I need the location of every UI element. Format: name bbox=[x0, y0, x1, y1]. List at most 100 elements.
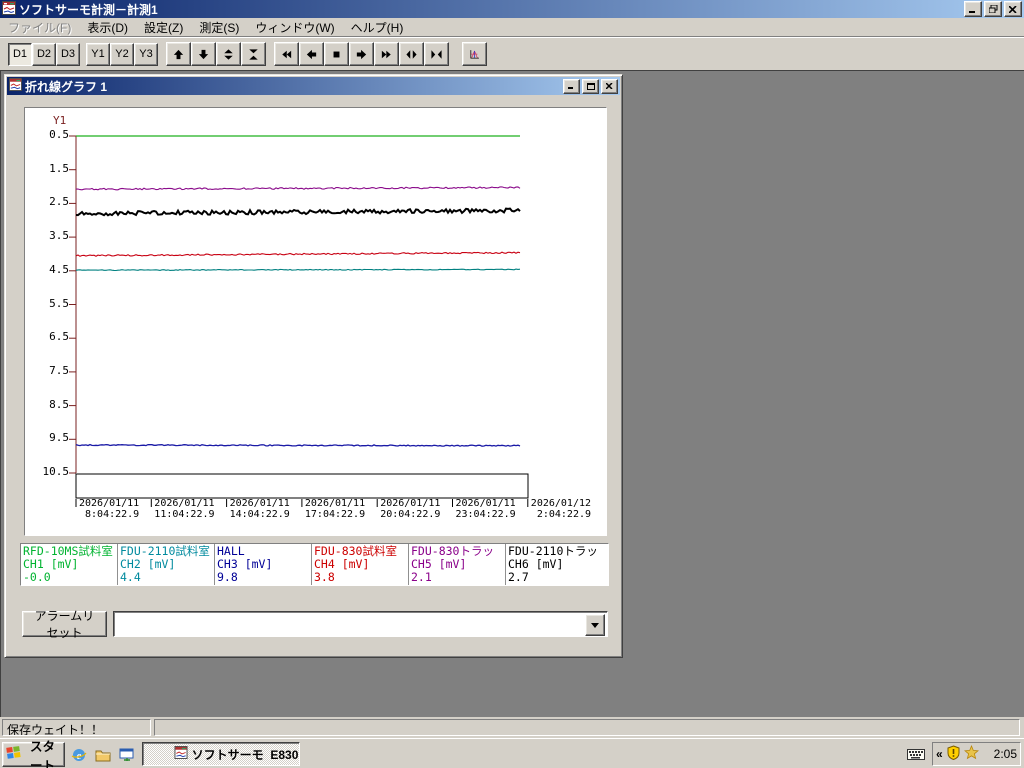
graph-window-icon bbox=[9, 78, 22, 94]
menu-item-2[interactable]: 表示(D) bbox=[79, 17, 136, 38]
close-button[interactable] bbox=[1004, 1, 1022, 17]
windows-logo-icon bbox=[6, 746, 21, 763]
taskbar-clock[interactable]: 2:05 bbox=[994, 747, 1017, 761]
x-axis-tick-label: 2026/01/11 23:04:22.9 bbox=[455, 498, 516, 520]
series-ch6-line bbox=[75, 207, 521, 217]
toolbar-button-y1[interactable]: Y1 bbox=[86, 42, 110, 66]
menu-item-4[interactable]: 測定(S) bbox=[191, 17, 247, 38]
toolbar-button-y2[interactable]: Y2 bbox=[110, 42, 134, 66]
x-axis-tick-label: 2026/01/11 11:04:22.9 bbox=[154, 498, 215, 520]
toolbar-button-graph-settings[interactable] bbox=[462, 42, 487, 66]
graph-maximize-button[interactable] bbox=[582, 78, 599, 94]
taskbar-task-button[interactable]: ソフトサーモ E830 bbox=[142, 742, 300, 766]
toolbar: D1 D2 D3 Y1 Y2 Y3 bbox=[0, 37, 1024, 70]
y-axis-tick-label: 2.5 bbox=[49, 195, 69, 209]
toolbar-button-scroll-up[interactable] bbox=[166, 42, 191, 66]
legend-channel-name: HALL bbox=[217, 545, 245, 558]
graph-close-button[interactable] bbox=[601, 78, 618, 94]
fast-forward-icon bbox=[381, 50, 391, 58]
star-icon[interactable] bbox=[963, 744, 979, 763]
start-button[interactable]: スタート bbox=[2, 740, 65, 768]
y-axis-tick-label: 8.5 bbox=[49, 397, 69, 411]
restore-button[interactable] bbox=[984, 1, 1002, 17]
compress-horizontal-icon bbox=[431, 49, 442, 59]
security-shield-icon[interactable] bbox=[946, 745, 961, 763]
scroll-right-icon bbox=[356, 49, 367, 59]
legend-channel-name: FDU-830トラッ bbox=[411, 545, 494, 558]
legend-ch5: FDU-830トラッ CH5 [mV] 2.1 bbox=[409, 544, 506, 585]
toolbar-button-scroll-right[interactable] bbox=[349, 42, 374, 66]
chevron-down-icon bbox=[591, 622, 599, 628]
legend-ch3: HALL CH3 [mV] 9.8 bbox=[215, 544, 312, 585]
toolbar-button-fast-forward[interactable] bbox=[374, 42, 399, 66]
graph-window: 折れ線グラフ 1 Y1 0.5 1.5 2.5 3.5 4.5 5.5 6.5 7.5 8.5 9… bbox=[4, 74, 623, 658]
legend-channel-value: 9.8 bbox=[217, 571, 238, 584]
toolbar-button-scroll-left[interactable] bbox=[299, 42, 324, 66]
app-icon bbox=[2, 0, 16, 18]
toolbar-button-d1[interactable]: D1 bbox=[8, 42, 32, 66]
graph-titlebar[interactable]: 折れ線グラフ 1 bbox=[7, 77, 620, 95]
toolbar-button-rewind[interactable] bbox=[274, 42, 299, 66]
toolbar-button-expand-horizontal[interactable] bbox=[399, 42, 424, 66]
keyboard-icon[interactable] bbox=[907, 747, 925, 764]
alarm-combobox[interactable] bbox=[113, 611, 608, 637]
minimize-button[interactable] bbox=[964, 1, 982, 17]
rewind-icon bbox=[282, 50, 292, 58]
legend-channel-label: CH3 [mV] bbox=[217, 558, 273, 571]
series-ch2-line bbox=[75, 268, 521, 272]
alarm-reset-button[interactable]: アラームリセット bbox=[22, 609, 107, 640]
chart-panel: Y1 0.5 1.5 2.5 3.5 4.5 5.5 6.5 7.5 8.5 9.5 10.5 20… bbox=[24, 107, 607, 536]
legend-channel-name: FDU-830試料室 bbox=[314, 545, 397, 558]
scroll-left-icon bbox=[306, 49, 317, 59]
x-axis-tick-label: 2026/01/11 20:04:22.9 bbox=[380, 498, 441, 520]
x-axis-tick-label: 2026/01/12 2:04:22.9 bbox=[530, 498, 592, 520]
combo-dropdown-button[interactable] bbox=[585, 614, 605, 636]
folder-icon[interactable] bbox=[94, 746, 111, 763]
y-axis-tick-label: 6.5 bbox=[49, 330, 69, 344]
task-label: ソフトサーモ E830 bbox=[191, 747, 299, 762]
toolbar-button-d3[interactable]: D3 bbox=[56, 42, 80, 66]
toolbar-button-scroll-down[interactable] bbox=[191, 42, 216, 66]
tray-expand-chevron[interactable]: « bbox=[936, 747, 943, 761]
toolbar-button-stop[interactable] bbox=[324, 42, 349, 66]
legend-channel-value: 2.7 bbox=[508, 571, 529, 584]
series-ch4-line bbox=[75, 251, 521, 257]
y-axis-tick-label: 9.5 bbox=[49, 431, 69, 445]
toolbar-button-compress-vertical[interactable] bbox=[241, 42, 266, 66]
graph-minimize-button[interactable] bbox=[563, 78, 580, 94]
alarm-band-box bbox=[75, 473, 529, 499]
toolbar-button-y3[interactable]: Y3 bbox=[134, 42, 158, 66]
graph-settings-icon bbox=[470, 49, 479, 59]
y-axis-tick-label: 3.5 bbox=[49, 229, 69, 243]
main-titlebar[interactable]: ソフトサーモ計測－計測1 bbox=[0, 0, 1024, 18]
legend-channel-label: CH2 [mV] bbox=[120, 558, 176, 571]
y-axis-tick-label: 4.5 bbox=[49, 262, 69, 276]
legend-channel-label: CH6 [mV] bbox=[508, 558, 564, 571]
legend-channel-name: RFD-10MS試料室 bbox=[23, 545, 113, 558]
legend-channel-name: FDU-2110トラッ bbox=[508, 545, 598, 558]
menu-item-5[interactable]: ウィンドウ(W) bbox=[247, 17, 342, 38]
toolbar-button-expand-vertical[interactable] bbox=[216, 42, 241, 66]
start-label: スタート bbox=[29, 739, 55, 768]
x-axis-tick-label: 2026/01/11 8:04:22.9 bbox=[79, 498, 140, 520]
show-desktop-icon[interactable] bbox=[118, 746, 135, 763]
ie-icon[interactable]: e bbox=[70, 746, 87, 763]
status-message: 保存ウェイト！！ bbox=[2, 719, 151, 736]
toolbar-button-compress-horizontal[interactable] bbox=[424, 42, 449, 66]
channel-legend: RFD-10MS試料室 CH1 [mV] -0.0 FDU-2110試料室 CH2 [m… bbox=[20, 543, 609, 586]
window-title: ソフトサーモ計測－計測1 bbox=[19, 2, 158, 17]
y-axis-label: Y1 bbox=[53, 114, 67, 127]
toolbar-button-d2[interactable]: D2 bbox=[32, 42, 56, 66]
task-icon bbox=[147, 732, 188, 768]
compress-vertical-icon bbox=[249, 48, 258, 60]
y-axis-tick-label: 0.5 bbox=[49, 128, 69, 141]
legend-channel-label: CH5 [mV] bbox=[411, 558, 467, 571]
legend-channel-value: 4.4 bbox=[120, 571, 141, 584]
legend-channel-label: CH1 [mV] bbox=[23, 558, 79, 571]
scroll-down-icon bbox=[198, 49, 209, 59]
menu-item-6[interactable]: ヘルプ(H) bbox=[343, 17, 412, 38]
menu-item-3[interactable]: 設定(Z) bbox=[136, 17, 191, 38]
expand-horizontal-icon bbox=[406, 49, 417, 59]
system-tray: « 2:05 bbox=[932, 742, 1021, 766]
taskbar: スタート e ソフトサーモ E830 « 2:05 bbox=[0, 738, 1024, 768]
